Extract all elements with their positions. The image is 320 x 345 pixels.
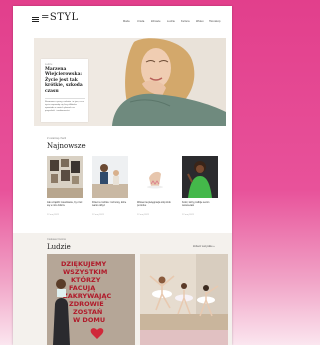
article-date: 12 maj 2021 [92,214,105,216]
divider [45,98,85,99]
article-card[interactable]: Kolor, który podbije sezon wiosna-lato 1… [182,156,218,216]
article-date: 12 maj 2021 [47,214,60,216]
hero-lead: Rozmowa o pracy, rodzinie i o tym, co w … [45,101,84,112]
article-date: 12 maj 2021 [182,214,195,216]
sign-line: ZOSTAŃ [73,307,102,316]
nav-item-zdrowie[interactable]: Zdrowie [151,20,161,23]
sign-line: W DOMU [73,316,105,324]
site-logo[interactable]: =STYL [41,12,79,24]
article-thumbnail [140,254,228,345]
section-title-najnowsze: Najnowsze [47,142,86,150]
section-label: Ciekawe historie [47,238,67,241]
hero-title[interactable]: Marzena Wiejcierowska: Życie jest tak kr… [45,67,85,94]
main-nav: Moda Uroda Zdrowie Ludzie Kultura Wideo … [123,20,223,26]
article-thumbnail [182,156,218,198]
nav-item-kultura[interactable]: Kultura [181,20,190,23]
article-card[interactable]: Dzieci a rodzice: rozmowy, które warto o… [92,156,128,216]
article-card[interactable]: Jak urządzić mieszkanie, by czuć się w n… [47,156,83,216]
sign-line: ZDROWIE [69,300,104,308]
article-title[interactable]: Jak urządzić mieszkanie, by czuć się w n… [47,201,83,207]
page: =STYL Moda Uroda Zdrowie Ludzie Kultura … [13,6,232,345]
article-thumbnail [47,156,83,198]
nav-item-moda[interactable]: Moda [123,20,130,23]
section-label: Z ostatniej chwili [47,137,67,140]
nav-item-ludzie[interactable]: Ludzie [167,20,175,23]
section-title-ludzie: Ludzie [47,243,71,251]
menu-icon[interactable] [32,17,39,22]
article-card[interactable]: Wiosenna pielęgnacja stóp krok po kroku … [137,156,173,216]
hero-article[interactable]: Ludzie Marzena Wiejcierowska: Życie jest… [34,38,226,126]
sign-line: ZAKRYWAJĄC [63,292,111,300]
article-date: 12 maj 2021 [137,214,150,216]
sign-line: KTÓRZY [71,275,101,284]
nav-item-wideo[interactable]: Wideo [196,20,204,23]
article-thumbnail [137,156,173,198]
sign-line: DZIĘKUJEMY [61,260,106,268]
nav-item-horoskop[interactable]: Horoskop [209,20,221,23]
nav-item-uroda[interactable]: Uroda [137,20,144,23]
header: =STYL Moda Uroda Zdrowie Ludzie Kultura … [13,6,232,28]
hero-category[interactable]: Ludzie [45,63,52,66]
article-title[interactable]: Kolor, który podbije sezon wiosna-lato [182,201,218,207]
sign-line: FACUJĄ [69,284,95,292]
article-thumbnail [92,156,128,198]
article-title[interactable]: Dzieci a rodzice: rozmowy, które warto o… [92,201,128,207]
article-thumbnail: DZIĘKUJEMY WSZYSTKIM KTÓRZY FACUJĄ ZAKRY… [47,254,135,345]
article-title[interactable]: Wiosenna pielęgnacja stóp krok po kroku [137,201,173,207]
hero-card[interactable]: Ludzie Marzena Wiejcierowska: Życie jest… [41,59,88,122]
sign-line: WSZYSTKIM [63,268,107,276]
see-all-link[interactable]: Zobacz wszystkie » [193,245,215,248]
ludzie-photo-sign[interactable]: DZIĘKUJEMY WSZYSTKIM KTÓRZY FACUJĄ ZAKRY… [47,254,135,345]
ludzie-photo-ballet[interactable] [140,254,228,345]
